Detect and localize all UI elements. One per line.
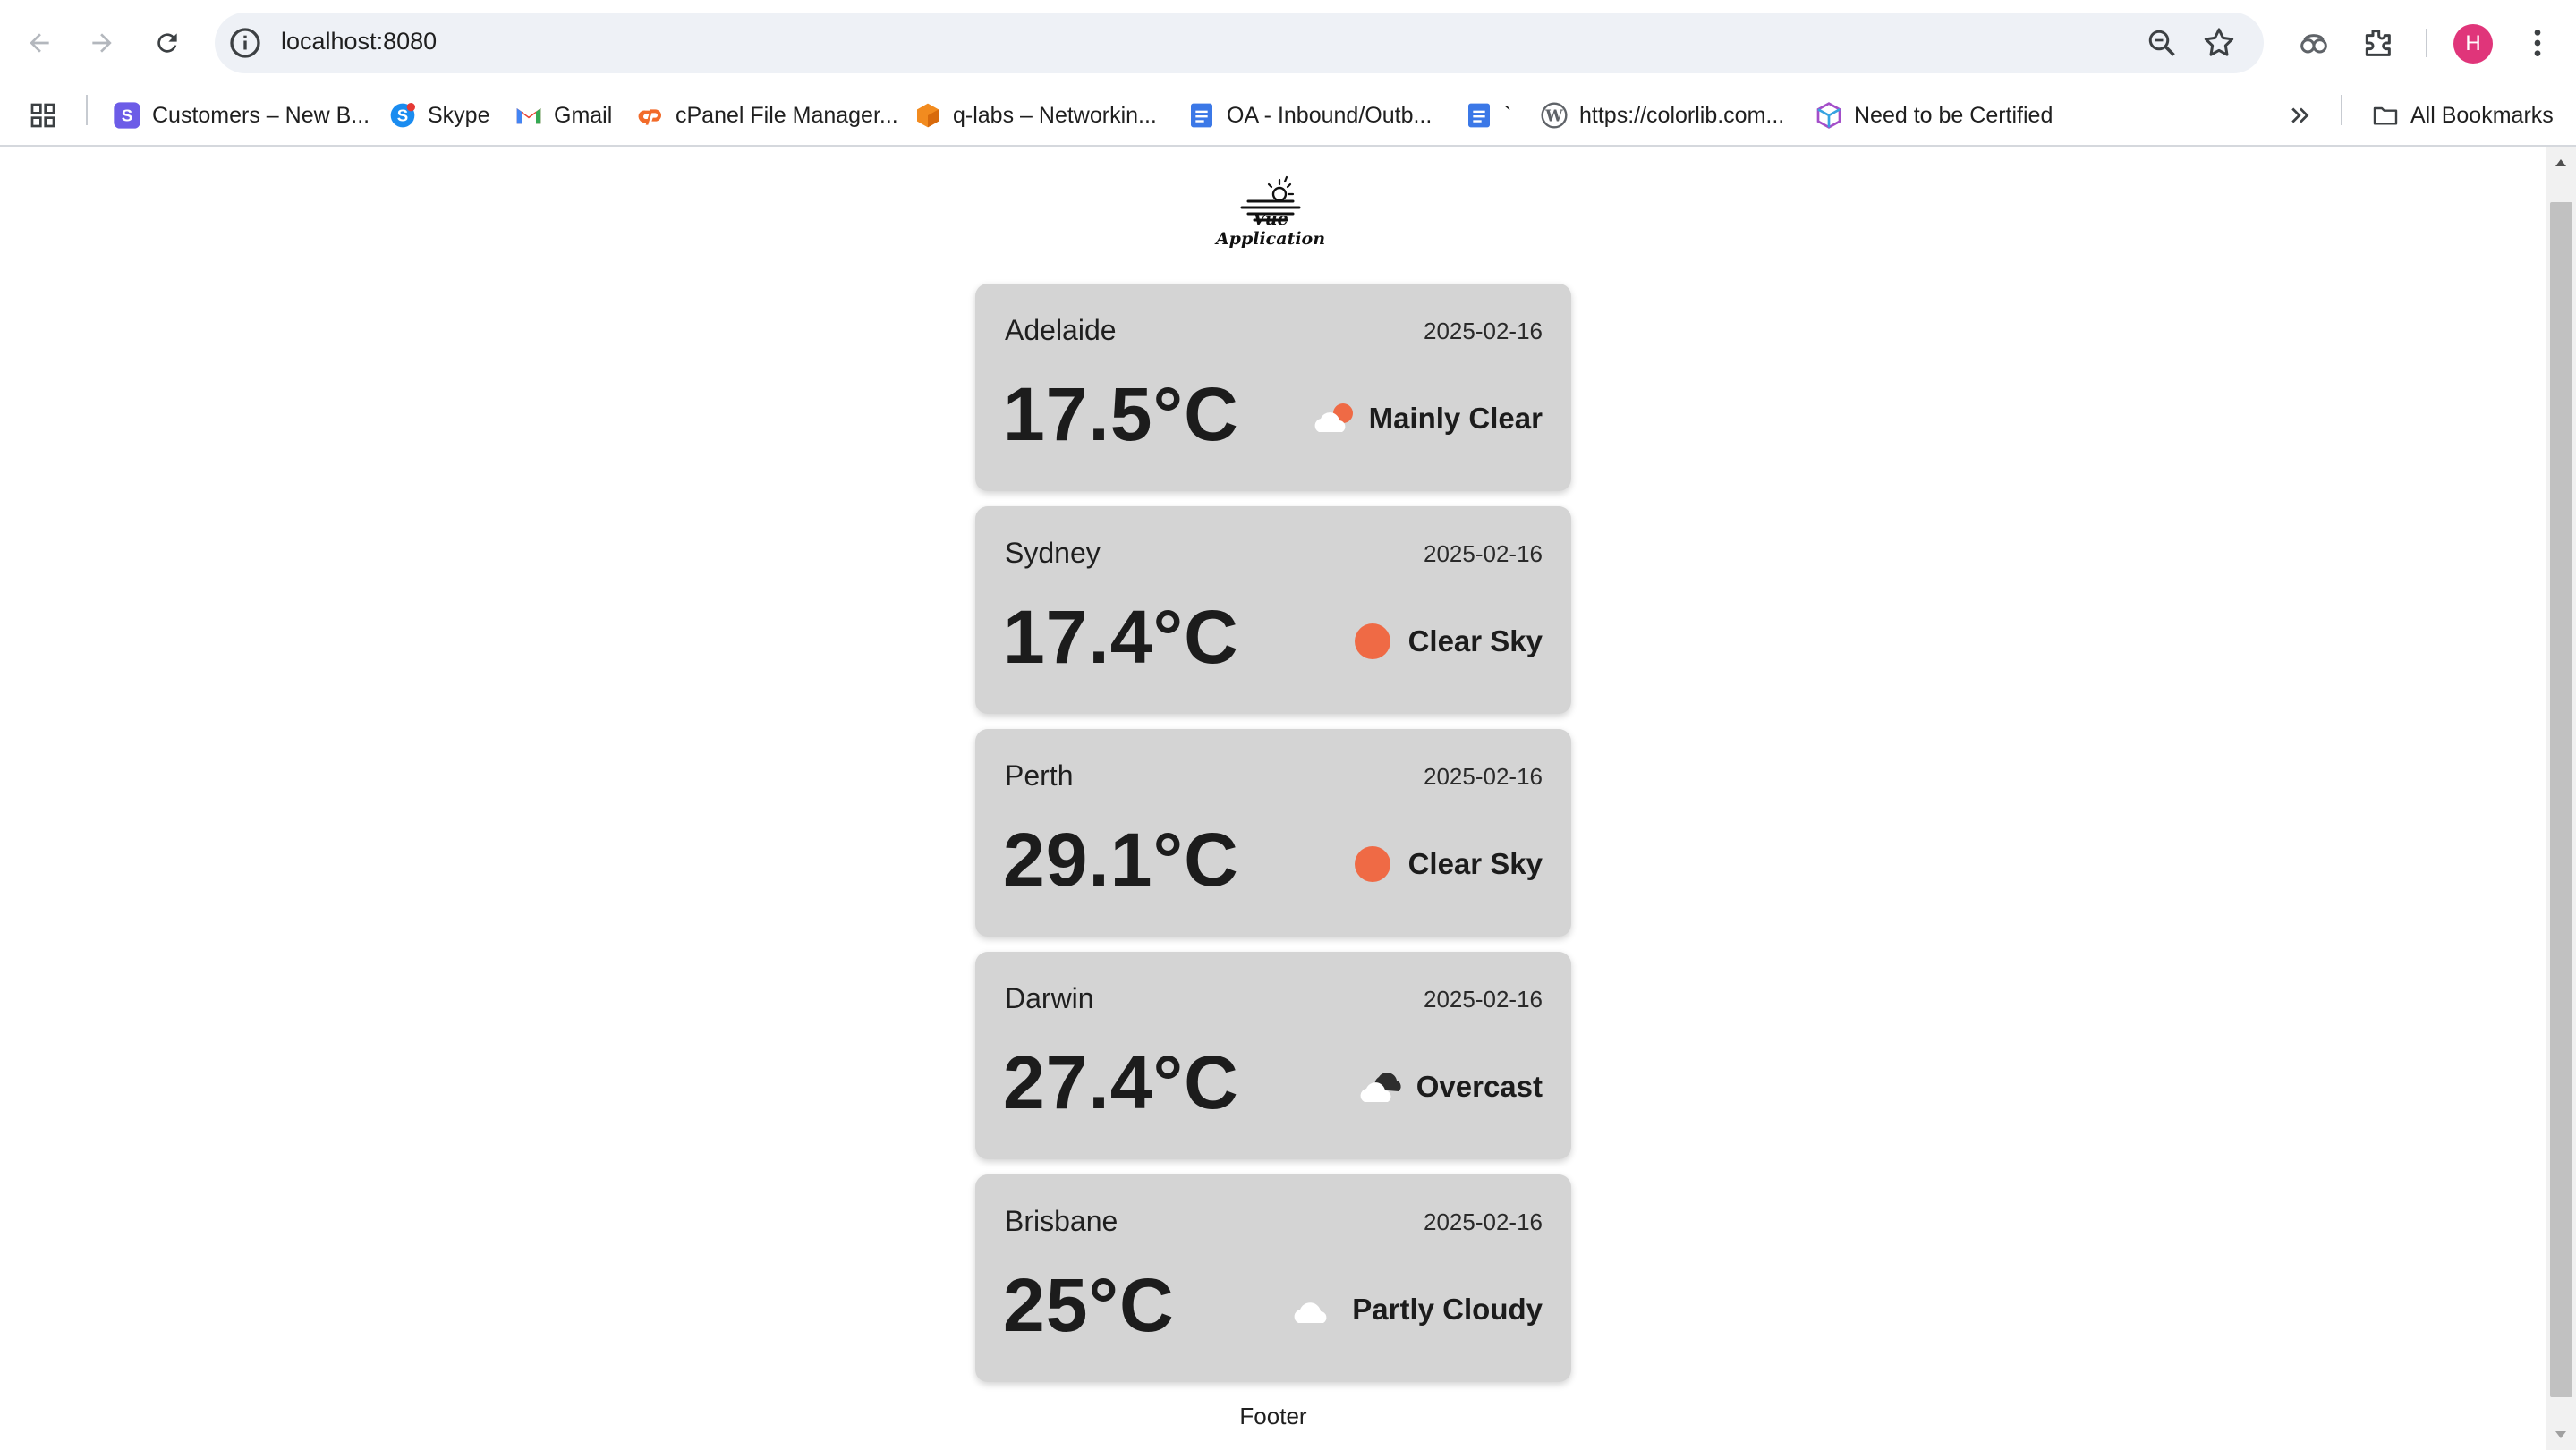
- box-icon: [1815, 101, 1843, 130]
- condition: Partly Cloudy: [1293, 1289, 1543, 1330]
- city-name: Perth: [1005, 759, 1074, 792]
- browser-toolbar: localhost:8080 H: [0, 0, 2576, 86]
- docs-icon: [1465, 101, 1493, 130]
- bookmark-q-labs[interactable]: q-labs – Networkin...: [914, 97, 1157, 134]
- wordpress-icon: W: [1540, 101, 1569, 130]
- bookmark-label: Skype: [428, 102, 490, 128]
- s-brand-icon: S: [113, 101, 141, 130]
- folder-icon: [2371, 101, 2400, 130]
- bookmark-need-certified[interactable]: Need to be Certified: [1815, 97, 2053, 134]
- bookmark-colorlib[interactable]: W https://colorlib.com...: [1540, 97, 1784, 134]
- weather-card-sydney: Sydney 2025-02-16 17.4°C Clear Sky: [975, 506, 1571, 714]
- bookmark-label: Gmail: [554, 102, 613, 128]
- mainly-clear-icon: [1310, 398, 1356, 439]
- temperature: 17.4°C: [1003, 595, 1239, 679]
- condition-label: Overcast: [1416, 1070, 1543, 1103]
- all-bookmarks-label: All Bookmarks: [2410, 102, 2554, 128]
- weather-card-brisbane: Brisbane 2025-02-16 25°C Partly Cloudy: [975, 1174, 1571, 1382]
- menu-kebab-icon[interactable]: [2520, 25, 2555, 61]
- condition-label: Clear Sky: [1407, 847, 1543, 880]
- scroll-down-arrow-icon[interactable]: [2554, 1428, 2568, 1442]
- performance-icon[interactable]: [2296, 25, 2332, 61]
- address-bar[interactable]: localhost:8080: [215, 13, 2264, 73]
- partly-cloudy-icon: [1293, 1289, 1339, 1330]
- temperature: 25°C: [1003, 1263, 1175, 1347]
- city-name: Brisbane: [1005, 1205, 1118, 1237]
- gmail-icon: [514, 101, 543, 130]
- logo-text: Vue Application: [1215, 209, 1326, 249]
- arrow-right-icon: [92, 33, 112, 53]
- bookmark-skype[interactable]: S Skype: [388, 97, 489, 134]
- bookmark-label: Need to be Certified: [1854, 102, 2053, 128]
- toolbar-divider: [2426, 29, 2427, 57]
- url-text[interactable]: localhost:8080: [281, 28, 437, 55]
- clear-sky-icon: [1349, 844, 1396, 885]
- bookmark-label: q-labs – Networkin...: [953, 102, 1157, 128]
- apps-button[interactable]: [29, 97, 57, 134]
- all-bookmarks-button[interactable]: All Bookmarks: [2371, 97, 2554, 134]
- forecast-date: 2025-02-16: [1424, 540, 1543, 567]
- city-name: Adelaide: [1005, 314, 1117, 346]
- bookmark-label: OA - Inbound/Outb...: [1227, 102, 1433, 128]
- back-button[interactable]: [18, 21, 61, 64]
- condition: Clear Sky: [1349, 621, 1543, 662]
- reload-button[interactable]: [146, 21, 189, 64]
- page-footer: Footer: [1239, 1403, 1307, 1429]
- condition: Clear Sky: [1349, 844, 1543, 885]
- forecast-date: 2025-02-16: [1424, 318, 1543, 344]
- condition-label: Partly Cloudy: [1352, 1293, 1543, 1326]
- bookmark-cpanel[interactable]: cPanel File Manager...: [636, 97, 898, 134]
- bookmark-label: cPanel File Manager...: [676, 102, 898, 128]
- forecast-date: 2025-02-16: [1424, 763, 1543, 790]
- weather-card-darwin: Darwin 2025-02-16 27.4°C Overcast: [975, 952, 1571, 1159]
- docs-icon: [1187, 101, 1216, 130]
- city-name: Sydney: [1005, 537, 1101, 569]
- temperature: 17.5°C: [1003, 372, 1239, 456]
- profile-avatar[interactable]: H: [2453, 24, 2493, 64]
- bookmark-doc-untitled[interactable]: `: [1465, 97, 1511, 134]
- bookmark-customers[interactable]: S Customers – New B...: [113, 97, 370, 134]
- forward-button[interactable]: [81, 21, 123, 64]
- condition: Mainly Clear: [1310, 398, 1543, 439]
- svg-text:S: S: [122, 106, 132, 125]
- city-name: Darwin: [1005, 982, 1094, 1014]
- bookmark-label: https://colorlib.com...: [1579, 102, 1785, 128]
- condition-label: Mainly Clear: [1368, 402, 1543, 435]
- condition: Overcast: [1357, 1066, 1543, 1107]
- weather-card-adelaide: Adelaide 2025-02-16 17.5°C Mainly Clear: [975, 284, 1571, 491]
- bookmark-star-icon[interactable]: [2201, 25, 2237, 61]
- bookmark-label: `: [1504, 102, 1512, 128]
- temperature: 27.4°C: [1003, 1040, 1239, 1124]
- zoom-icon[interactable]: [2146, 27, 2178, 59]
- cpanel-icon: [636, 101, 665, 130]
- page-content: Vue Application Adelaide 2025-02-16 17.5…: [0, 147, 2546, 1450]
- scroll-up-arrow-icon[interactable]: [2554, 156, 2568, 170]
- overcast-icon: [1357, 1066, 1404, 1107]
- scrollbar-thumb[interactable]: [2550, 202, 2572, 1397]
- temperature: 29.1°C: [1003, 818, 1239, 902]
- arrow-left-icon: [30, 33, 49, 53]
- cube-icon: [914, 101, 942, 130]
- bookmark-oa-inbound[interactable]: OA - Inbound/Outb...: [1187, 97, 1432, 134]
- skype-icon: S: [388, 101, 417, 130]
- bookmarks-divider: [86, 95, 88, 125]
- forecast-date: 2025-02-16: [1424, 1208, 1543, 1235]
- extensions-icon[interactable]: [2359, 25, 2395, 61]
- svg-text:S: S: [397, 106, 408, 125]
- svg-text:W: W: [1544, 108, 1563, 126]
- forecast-date: 2025-02-16: [1424, 986, 1543, 1013]
- chevron-double-right-icon: [2286, 101, 2315, 130]
- more-bookmarks-button[interactable]: [2286, 97, 2315, 134]
- clear-sky-icon: [1349, 621, 1396, 662]
- weather-card-perth: Perth 2025-02-16 29.1°C Clear Sky: [975, 729, 1571, 937]
- bookmark-gmail[interactable]: Gmail: [514, 97, 612, 134]
- site-info-icon[interactable]: [227, 25, 263, 61]
- vertical-scrollbar[interactable]: [2546, 147, 2576, 1450]
- condition-label: Clear Sky: [1407, 624, 1543, 657]
- apps-grid-icon: [29, 101, 57, 130]
- reload-icon: [157, 33, 177, 53]
- bookmark-label: Customers – New B...: [152, 102, 370, 128]
- bookmarks-divider: [2341, 95, 2342, 125]
